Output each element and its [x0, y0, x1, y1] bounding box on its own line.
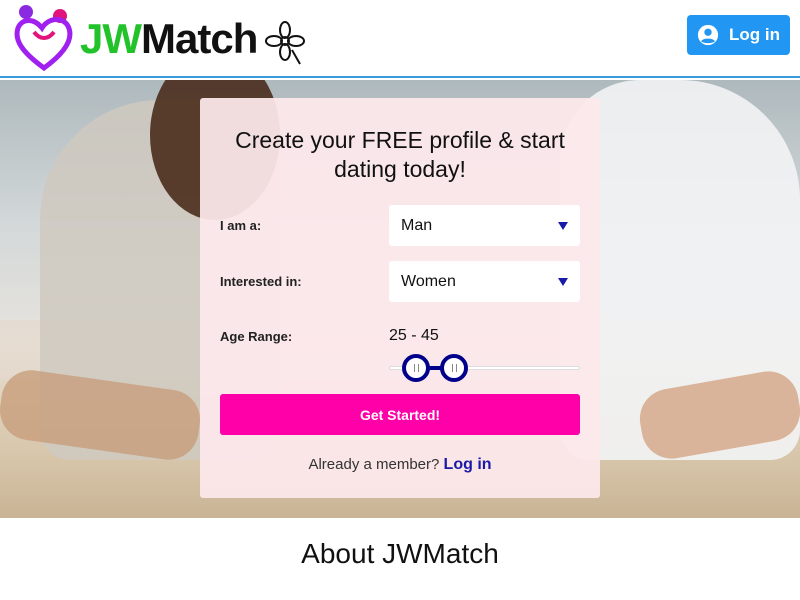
logo-prefix: JW — [80, 15, 142, 62]
header-login-button[interactable]: Log in — [687, 15, 790, 55]
interested-in-select[interactable]: Women — [389, 261, 580, 302]
age-min-handle[interactable] — [402, 354, 430, 382]
logo-suffix: Match — [141, 15, 258, 62]
flower-icon — [265, 21, 305, 65]
about-heading: About JWMatch — [301, 538, 499, 569]
user-circle-icon — [697, 24, 719, 46]
i-am-value: Man — [401, 216, 433, 234]
site-header: JWMatch Log in — [0, 0, 800, 78]
interested-in-label: Interested in: — [220, 274, 302, 289]
get-started-button[interactable]: Get Started! — [220, 394, 580, 435]
age-range-label: Age Range: — [220, 329, 293, 344]
heart-couple-icon — [14, 5, 73, 72]
member-text: Already a member? — [308, 456, 440, 473]
form-title: Create your FREE profile & start dating … — [235, 127, 565, 182]
age-max-handle[interactable] — [440, 354, 468, 382]
logo-wordmark: JWMatch — [80, 15, 258, 62]
header-login-label: Log in — [729, 25, 780, 44]
i-am-select[interactable]: Man — [389, 205, 580, 246]
member-login-prompt: Already a member? Log in — [200, 456, 600, 474]
member-login-link[interactable]: Log in — [444, 456, 492, 473]
interested-in-value: Women — [401, 272, 456, 290]
i-am-label: I am a: — [220, 218, 262, 233]
caret-down-icon — [558, 221, 568, 230]
caret-down-icon — [558, 277, 568, 286]
signup-form-card: Create your FREE profile & start dating … — [200, 98, 600, 498]
site-logo[interactable]: JWMatch — [12, 4, 312, 74]
age-range-value: 25 - 45 — [389, 327, 439, 344]
